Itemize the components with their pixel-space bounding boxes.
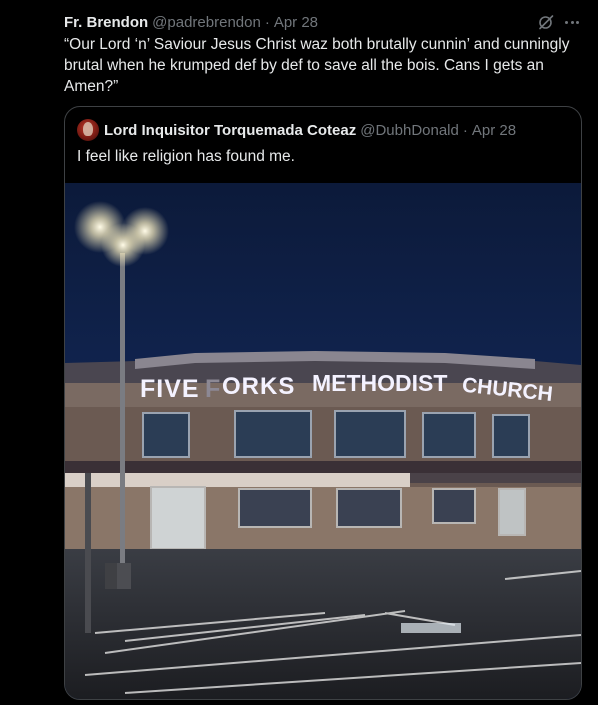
- svg-text:F: F: [205, 375, 221, 403]
- svg-text:METHODIST: METHODIST: [312, 370, 447, 396]
- svg-text:FIVE: FIVE: [140, 375, 200, 403]
- tweet-text: “Our Lord ‘n’ Saviour Jesus Christ waz b…: [64, 36, 570, 95]
- quoted-tweet[interactable]: Lord Inquisitor Torquemada Coteaz @DubhD…: [64, 106, 582, 700]
- author-name[interactable]: Fr. Brendon: [64, 14, 148, 31]
- author-handle[interactable]: @padrebrendon: [152, 14, 261, 31]
- tweet-date[interactable]: Apr 28: [274, 14, 318, 31]
- grok-icon[interactable]: [536, 12, 556, 32]
- separator: ·: [264, 13, 270, 31]
- quote-author-handle: @DubhDonald: [360, 121, 459, 139]
- tweet[interactable]: Fr. Brendon @padrebrendon · Apr 28 “Our …: [0, 0, 598, 705]
- more-icon[interactable]: [562, 12, 582, 32]
- svg-text:ORKS: ORKS: [222, 373, 295, 400]
- separator: ·: [462, 121, 468, 139]
- quote-author-name: Lord Inquisitor Torquemada Coteaz: [104, 121, 357, 139]
- tweet-header: Fr. Brendon @padrebrendon · Apr 28: [64, 12, 318, 32]
- quote-date: Apr 28: [471, 121, 517, 139]
- avatar[interactable]: [77, 119, 99, 141]
- quote-photo[interactable]: FIVE F ORKS METHODIST CHURCH: [65, 183, 581, 699]
- quote-text: I feel like religion has found me.: [77, 148, 295, 165]
- quote-header: Lord Inquisitor Torquemada Coteaz @DubhD…: [77, 119, 516, 141]
